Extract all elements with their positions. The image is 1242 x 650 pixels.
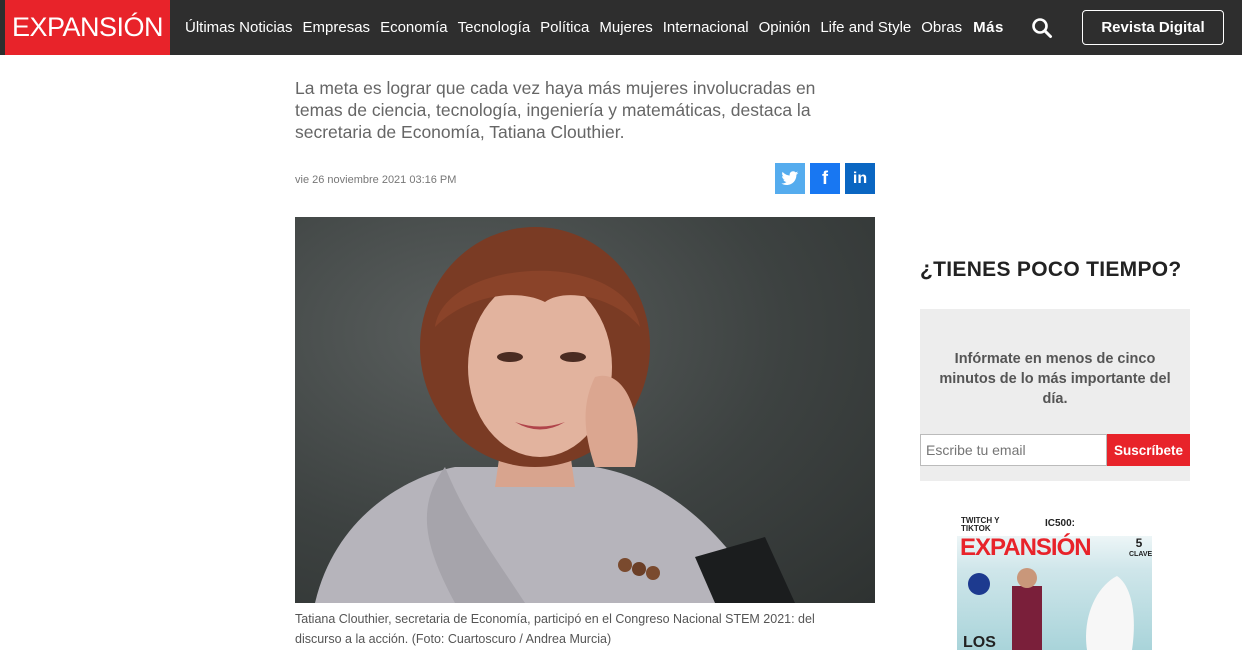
nav-mas[interactable]: Más — [973, 19, 1004, 36]
article-date: vie 26 noviembre 2021 03:16 PM — [295, 174, 457, 186]
newsletter-text: Infórmate en menos de cinco minutos de l… — [939, 351, 1171, 407]
nav-ultimas-noticias[interactable]: Últimas Noticias — [185, 19, 293, 36]
twitter-icon — [781, 171, 799, 185]
magazine-top-left: TWITCH Y TIKTOK — [961, 516, 1000, 533]
nav-obras[interactable]: Obras — [921, 19, 962, 36]
search-icon[interactable] — [1030, 16, 1054, 40]
nav-tecnologia[interactable]: Tecnología — [458, 19, 531, 36]
magazine-badge: 5 CLAVES — [1129, 536, 1152, 568]
twitter-share-button[interactable] — [775, 163, 805, 194]
photo-caption: Tatiana Clouthier, secretaria de Economí… — [295, 612, 815, 646]
main-nav: Últimas Noticias Empresas Economía Tecno… — [185, 0, 1014, 55]
linkedin-icon: in — [852, 169, 868, 187]
article-photo — [295, 217, 875, 603]
magazine-logo: EXPANSIÓN — [960, 534, 1092, 561]
nav-life-and-style[interactable]: Life and Style — [820, 19, 911, 36]
magazine-top-strip: TWITCH Y TIKTOK IC500: — [957, 516, 1152, 536]
magazine-cover-word: LOS — [963, 634, 996, 650]
subscribe-button[interactable]: Suscríbete — [1107, 434, 1190, 466]
nav-empresas[interactable]: Empresas — [303, 19, 371, 36]
top-navigation-bar: EXPANSIÓN Últimas Noticias Empresas Econ… — [0, 0, 1242, 55]
magazine-badge-number: 5 — [1135, 536, 1143, 550]
revista-digital-button[interactable]: Revista Digital — [1082, 10, 1224, 45]
magazine-top-right: IC500: — [1045, 518, 1076, 529]
nav-politica[interactable]: Política — [540, 19, 589, 36]
magazine-cover[interactable]: TWITCH Y TIKTOK IC500: EXPANSIÓN 5 CLAVE… — [957, 516, 1152, 650]
nav-opinion[interactable]: Opinión — [759, 19, 811, 36]
newsletter-box: Infórmate en menos de cinco minutos de l… — [920, 309, 1190, 481]
nav-mujeres[interactable]: Mujeres — [599, 19, 652, 36]
facebook-icon: f — [822, 168, 828, 188]
nav-economia[interactable]: Economía — [380, 19, 448, 36]
magazine-badge-text: CLAVES — [1129, 551, 1152, 558]
sidebar-title: ¿TIENES POCO TIEMPO? — [920, 258, 1182, 281]
facebook-share-button[interactable]: f — [810, 163, 840, 194]
linkedin-share-button[interactable]: in — [845, 163, 875, 194]
article-summary: La meta es lograr que cada vez haya más … — [295, 78, 816, 142]
email-input[interactable] — [920, 434, 1107, 466]
nav-internacional[interactable]: Internacional — [663, 19, 749, 36]
expansion-logo[interactable]: EXPANSIÓN — [5, 0, 170, 55]
